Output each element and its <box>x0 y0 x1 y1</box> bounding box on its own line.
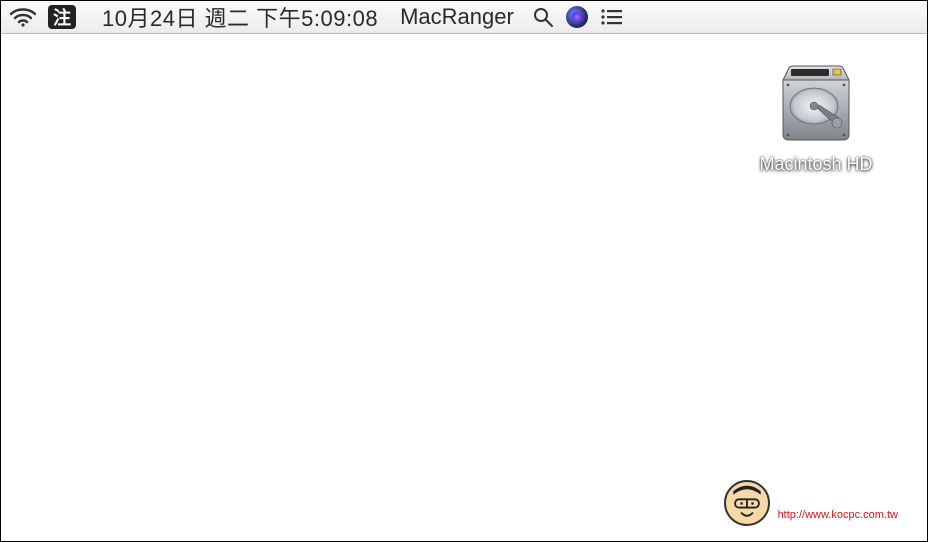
wifi-icon[interactable] <box>10 7 36 27</box>
source-watermark: 電腦王阿達 http://www.kocpc.com.tw <box>724 480 898 526</box>
spotlight-search-icon[interactable] <box>532 6 554 28</box>
hard-disk-icon <box>771 58 861 148</box>
siri-icon[interactable] <box>566 6 588 28</box>
desktop-disk-label: Macintosh HD <box>759 154 872 175</box>
desktop-disk-item[interactable]: Macintosh HD <box>746 58 886 175</box>
active-app-name[interactable]: MacRanger <box>400 4 514 30</box>
notification-center-icon[interactable] <box>600 7 624 27</box>
watermark-title: 電腦王阿達 <box>778 485 898 509</box>
desktop[interactable]: Macintosh HD 電腦王阿達 http://www.kocpc.com.… <box>0 34 928 542</box>
input-method-badge[interactable]: 注 <box>48 5 76 29</box>
watermark-avatar-icon <box>724 480 770 526</box>
watermark-url: http://www.kocpc.com.tw <box>778 509 898 521</box>
menubar: 注 10月24日 週二 下午5:09:08 MacRanger <box>0 0 928 34</box>
menubar-datetime[interactable]: 10月24日 週二 下午5:09:08 <box>102 1 378 33</box>
